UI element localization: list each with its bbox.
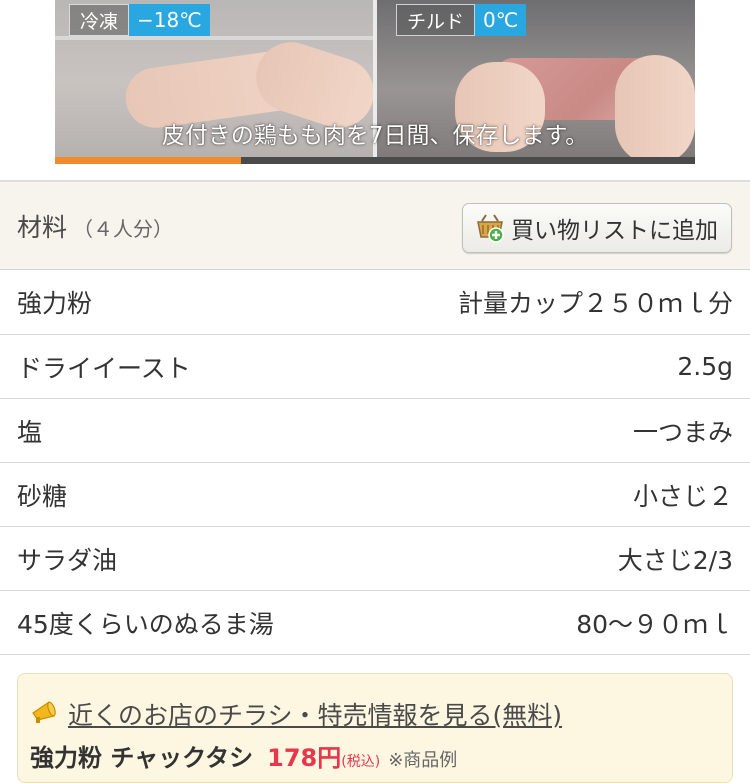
ingredient-row: サラダ油 大さじ2/3	[0, 527, 750, 591]
freezer-shelf	[55, 36, 375, 40]
ingredient-amount: 計量カップ２５０ｍｌ分	[457, 289, 733, 318]
ingredient-name: 砂糖	[17, 481, 68, 511]
ingredients-title: 材料 （４人分）	[17, 208, 173, 244]
flyer-link[interactable]: 近くのお店のチラシ・特売情報を見る(無料)	[30, 696, 562, 732]
ingredient-row: ドライイースト 2.5g	[0, 335, 750, 399]
ingredient-name: サラダ油	[17, 545, 118, 575]
freezer-label: 冷凍	[69, 4, 130, 36]
flyer-link-text: 近くのお店のチラシ・特売情報を見る(無料)	[68, 701, 563, 730]
freezer-temp: −18℃	[129, 4, 210, 36]
shopping-basket-icon	[475, 213, 505, 243]
ingredient-name: 強力粉	[17, 289, 93, 318]
flyer-note: ※商品例	[388, 750, 458, 771]
flyer-product-line: 強力粉 チャックタシ 178円(税込) ※商品例	[30, 738, 457, 773]
ingredient-amount: 80〜９０ｍｌ	[576, 609, 733, 639]
ingredient-amount: 大さじ2/3	[617, 545, 733, 575]
video-caption: 皮付きの鶏もも肉を7日間、保存します。	[161, 123, 589, 149]
ingredient-list: 強力粉 計量カップ２５０ｍｌ分 ドライイースト 2.5g 塩 一つまみ 砂糖 小…	[0, 270, 750, 655]
ingredient-row: 強力粉 計量カップ２５０ｍｌ分	[0, 270, 750, 335]
video-progress-bar[interactable]	[55, 157, 695, 164]
freezer-temp-tag: 冷凍 −18℃	[69, 4, 210, 36]
servings-label: （４人分）	[73, 217, 174, 241]
chilled-temp: 0℃	[475, 4, 527, 36]
flyer-price: 178円	[267, 744, 342, 772]
add-to-shopping-list-button[interactable]: 買い物リストに追加	[462, 203, 732, 253]
flyer-box: 近くのお店のチラシ・特売情報を見る(無料) 強力粉 チャックタシ 178円(税込)…	[17, 673, 733, 783]
ingredient-row: 砂糖 小さじ２	[0, 463, 750, 527]
chilled-label: チルド	[396, 4, 476, 36]
recipe-video[interactable]: 冷凍 −18℃ チルド 0℃ 皮付きの鶏もも肉を7日間、保存します。	[55, 0, 695, 164]
chilled-temp-tag: チルド 0℃	[396, 4, 527, 36]
ingredient-name: 45度くらいのぬるま湯	[17, 609, 274, 639]
ingredient-name: 塩	[17, 417, 43, 447]
ingredient-amount: 2.5g	[677, 352, 733, 381]
flyer-product: 強力粉 チャックタシ	[30, 744, 254, 772]
ingredient-amount: 一つまみ	[632, 417, 733, 447]
ingredients-title-text: 材料	[17, 213, 68, 242]
flyer-tax: (税込)	[341, 754, 381, 770]
ingredient-name: ドライイースト	[17, 353, 191, 383]
megaphone-icon	[30, 698, 60, 730]
ingredient-row: 45度くらいのぬるま湯 80〜９０ｍｌ	[0, 591, 750, 655]
ingredient-row: 塩 一つまみ	[0, 399, 750, 463]
shopping-list-label: 買い物リストに追加	[511, 218, 718, 244]
video-progress-fill	[55, 157, 241, 164]
ingredient-amount: 小さじ２	[632, 481, 733, 511]
ingredients-header: 材料 （４人分） 買い物リストに追加	[0, 180, 750, 270]
